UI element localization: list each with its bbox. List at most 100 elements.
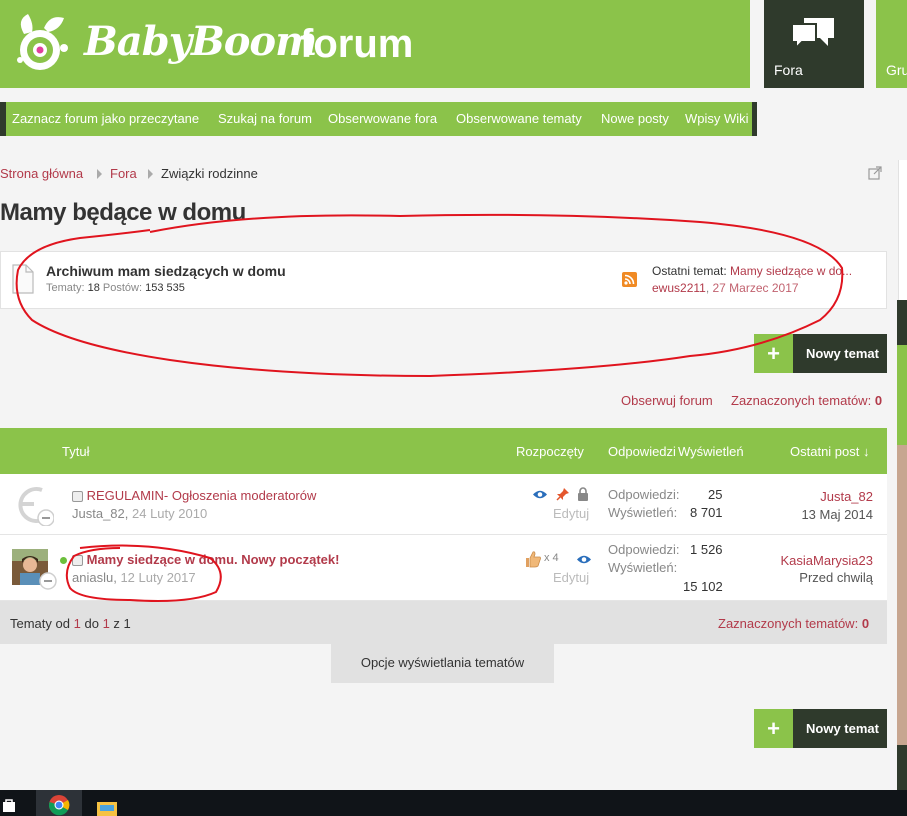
subforum-card: Archiwum mam siedzących w domu Tematy: 1… — [0, 251, 887, 309]
topic-author[interactable]: Justa_82 — [72, 506, 125, 521]
sidebar-strip-accent — [897, 345, 907, 445]
nav-groups-button[interactable]: Gru — [876, 0, 907, 88]
watched-topics-link[interactable]: Obserwowane tematy — [456, 111, 582, 126]
topics-count: 18 — [87, 282, 100, 294]
new-topic-label: Nowy temat — [806, 346, 879, 361]
views-value: 15 102 — [683, 579, 723, 594]
lock-icon — [578, 487, 588, 501]
selected-topics-count: 0 — [874, 393, 883, 408]
last-topic-meta: ewus2211, 27 Marzec 2017 — [652, 281, 799, 295]
column-views[interactable]: Wyświetleń — [678, 444, 744, 459]
sidebar-edge — [898, 160, 907, 300]
pagination-total: 1 — [123, 616, 131, 631]
pagination-info: Tematy od 1 do 1 z 1 — [10, 616, 131, 631]
site-header: BabyBoom forum — [0, 0, 750, 88]
document-icon — [12, 264, 34, 294]
sub-navigation: Zaznacz forum jako przeczytane Szukaj na… — [0, 102, 757, 136]
new-posts-link[interactable]: Nowe posty — [601, 111, 669, 126]
file-explorer-icon[interactable] — [96, 800, 118, 816]
column-started[interactable]: Rozpoczęty — [516, 444, 584, 459]
posts-count: 153 535 — [145, 282, 185, 294]
selected-topics-bottom[interactable]: Zaznaczonych tematów: 0 — [718, 616, 869, 631]
logo-icon[interactable] — [10, 10, 74, 76]
store-icon[interactable] — [2, 798, 16, 812]
posts-label: Postów: — [102, 282, 143, 294]
edit-link[interactable]: Edytuj — [553, 506, 589, 521]
logo-forum-text[interactable]: forum — [300, 22, 413, 67]
breadcrumb-current: Związki rodzinne — [161, 166, 258, 181]
topic-title-line: Mamy siedzące w domu. Nowy początek! — [72, 552, 339, 567]
new-topic-button[interactable]: + Nowy temat — [754, 334, 887, 373]
breadcrumb-home[interactable]: Strona główna — [0, 166, 83, 181]
watched-forums-link[interactable]: Obserwowane fora — [328, 111, 437, 126]
topic-author[interactable]: aniaslu — [72, 570, 113, 585]
topic-title-link[interactable]: REGULAMIN- Ogłoszenia moderatorów — [87, 488, 317, 503]
last-topic-user[interactable]: ewus2211 — [652, 281, 706, 295]
new-topic-button[interactable]: + Nowy temat — [754, 709, 887, 748]
views-label: Wyświetleń: — [608, 560, 678, 575]
last-topic-link[interactable]: Mamy siedzące w do... — [730, 264, 852, 278]
select-checkbox[interactable] — [72, 491, 83, 503]
popout-icon[interactable] — [868, 166, 882, 180]
last-topic-label: Ostatni temat: — [652, 264, 727, 278]
watch-forum-link[interactable]: Obserwuj forum — [621, 393, 713, 408]
wiki-entries-link[interactable]: Wpisy Wiki — [685, 111, 749, 126]
edit-link[interactable]: Edytuj — [553, 570, 589, 585]
breadcrumb-separator-icon — [97, 169, 102, 179]
avatar[interactable] — [12, 549, 58, 591]
replies-value: 1 526 — [690, 542, 723, 557]
column-replies[interactable]: Odpowiedzi — [608, 444, 676, 459]
nav-fora-button[interactable]: Fora — [764, 0, 864, 88]
likes-count: x 4 — [544, 552, 559, 564]
last-post-user[interactable]: KasiaMarysia23 — [781, 553, 874, 568]
avatar[interactable] — [12, 484, 54, 526]
chat-bubbles-icon — [791, 18, 834, 50]
replies-label: Odpowiedzi: — [608, 542, 680, 557]
topics-table-header: Tytuł Rozpoczęty Odpowiedzi Wyświetleń O… — [0, 428, 887, 474]
topics-footer-bar: Tematy od 1 do 1 z 1 Zaznaczonych temató… — [0, 601, 887, 644]
topics-label: Tematy: — [46, 282, 85, 294]
online-status-dot — [60, 557, 67, 564]
chrome-icon[interactable] — [48, 794, 70, 816]
new-topic-label: Nowy temat — [806, 721, 879, 736]
plus-icon: + — [754, 334, 793, 373]
selected-topics-top[interactable]: Zaznaczonych tematów: 0 — [731, 393, 882, 408]
pagination-to: 1 — [102, 616, 110, 631]
selected-topics-label: Zaznaczonych tematów: — [731, 393, 872, 408]
search-forum-link[interactable]: Szukaj na forum — [218, 111, 312, 126]
select-checkbox[interactable] — [72, 555, 83, 567]
pagination-prefix: Tematy od — [10, 616, 70, 631]
replies-label: Odpowiedzi: — [608, 487, 680, 502]
last-post-date: 13 Maj 2014 — [801, 507, 873, 522]
last-post-user[interactable]: Justa_82 — [820, 489, 873, 504]
views-label: Wyświetleń: — [608, 505, 678, 520]
topic-title-line: REGULAMIN- Ogłoszenia moderatorów — [72, 488, 316, 503]
pagination-from: 1 — [73, 616, 81, 631]
replies-value: 25 — [708, 487, 723, 502]
pagination-mid: do — [84, 616, 99, 631]
last-topic-date: 27 Marzec 2017 — [712, 281, 799, 295]
subforum-title[interactable]: Archiwum mam siedzących w domu — [46, 263, 286, 279]
thumbs-up-icon — [526, 551, 541, 568]
breadcrumb-separator-icon — [148, 169, 153, 179]
table-row: REGULAMIN- Ogłoszenia moderatorów Justa_… — [0, 474, 887, 535]
rss-icon[interactable] — [622, 272, 637, 287]
column-title[interactable]: Tytuł — [62, 444, 89, 459]
topic-title-link[interactable]: Mamy siedzące w domu. Nowy początek! — [87, 552, 340, 567]
topic-meta: aniaslu, 12 Luty 2017 — [72, 570, 196, 585]
last-topic-line: Ostatni temat: Mamy siedzące w do... — [652, 264, 852, 278]
eye-icon — [577, 555, 591, 564]
page-title: Mamy będące w domu — [0, 199, 246, 226]
selected-topics-label: Zaznaczonych tematów: — [718, 616, 859, 631]
topic-date: 12 Luty 2017 — [120, 570, 196, 585]
subnav-end-divider — [752, 102, 757, 136]
pin-icon — [556, 488, 569, 501]
last-post-date: Przed chwilą — [799, 570, 873, 585]
display-options-button[interactable]: Opcje wyświetlania tematów — [331, 643, 554, 683]
mark-forum-read-link[interactable]: Zaznacz forum jako przeczytane — [12, 111, 199, 126]
topic-meta: Justa_82, 24 Luty 2010 — [72, 506, 208, 521]
taskbar — [0, 790, 907, 816]
logo-text[interactable]: BabyBoom — [84, 18, 317, 65]
column-last-post[interactable]: Ostatni post ↓ — [790, 444, 869, 459]
breadcrumb-fora[interactable]: Fora — [110, 166, 137, 181]
